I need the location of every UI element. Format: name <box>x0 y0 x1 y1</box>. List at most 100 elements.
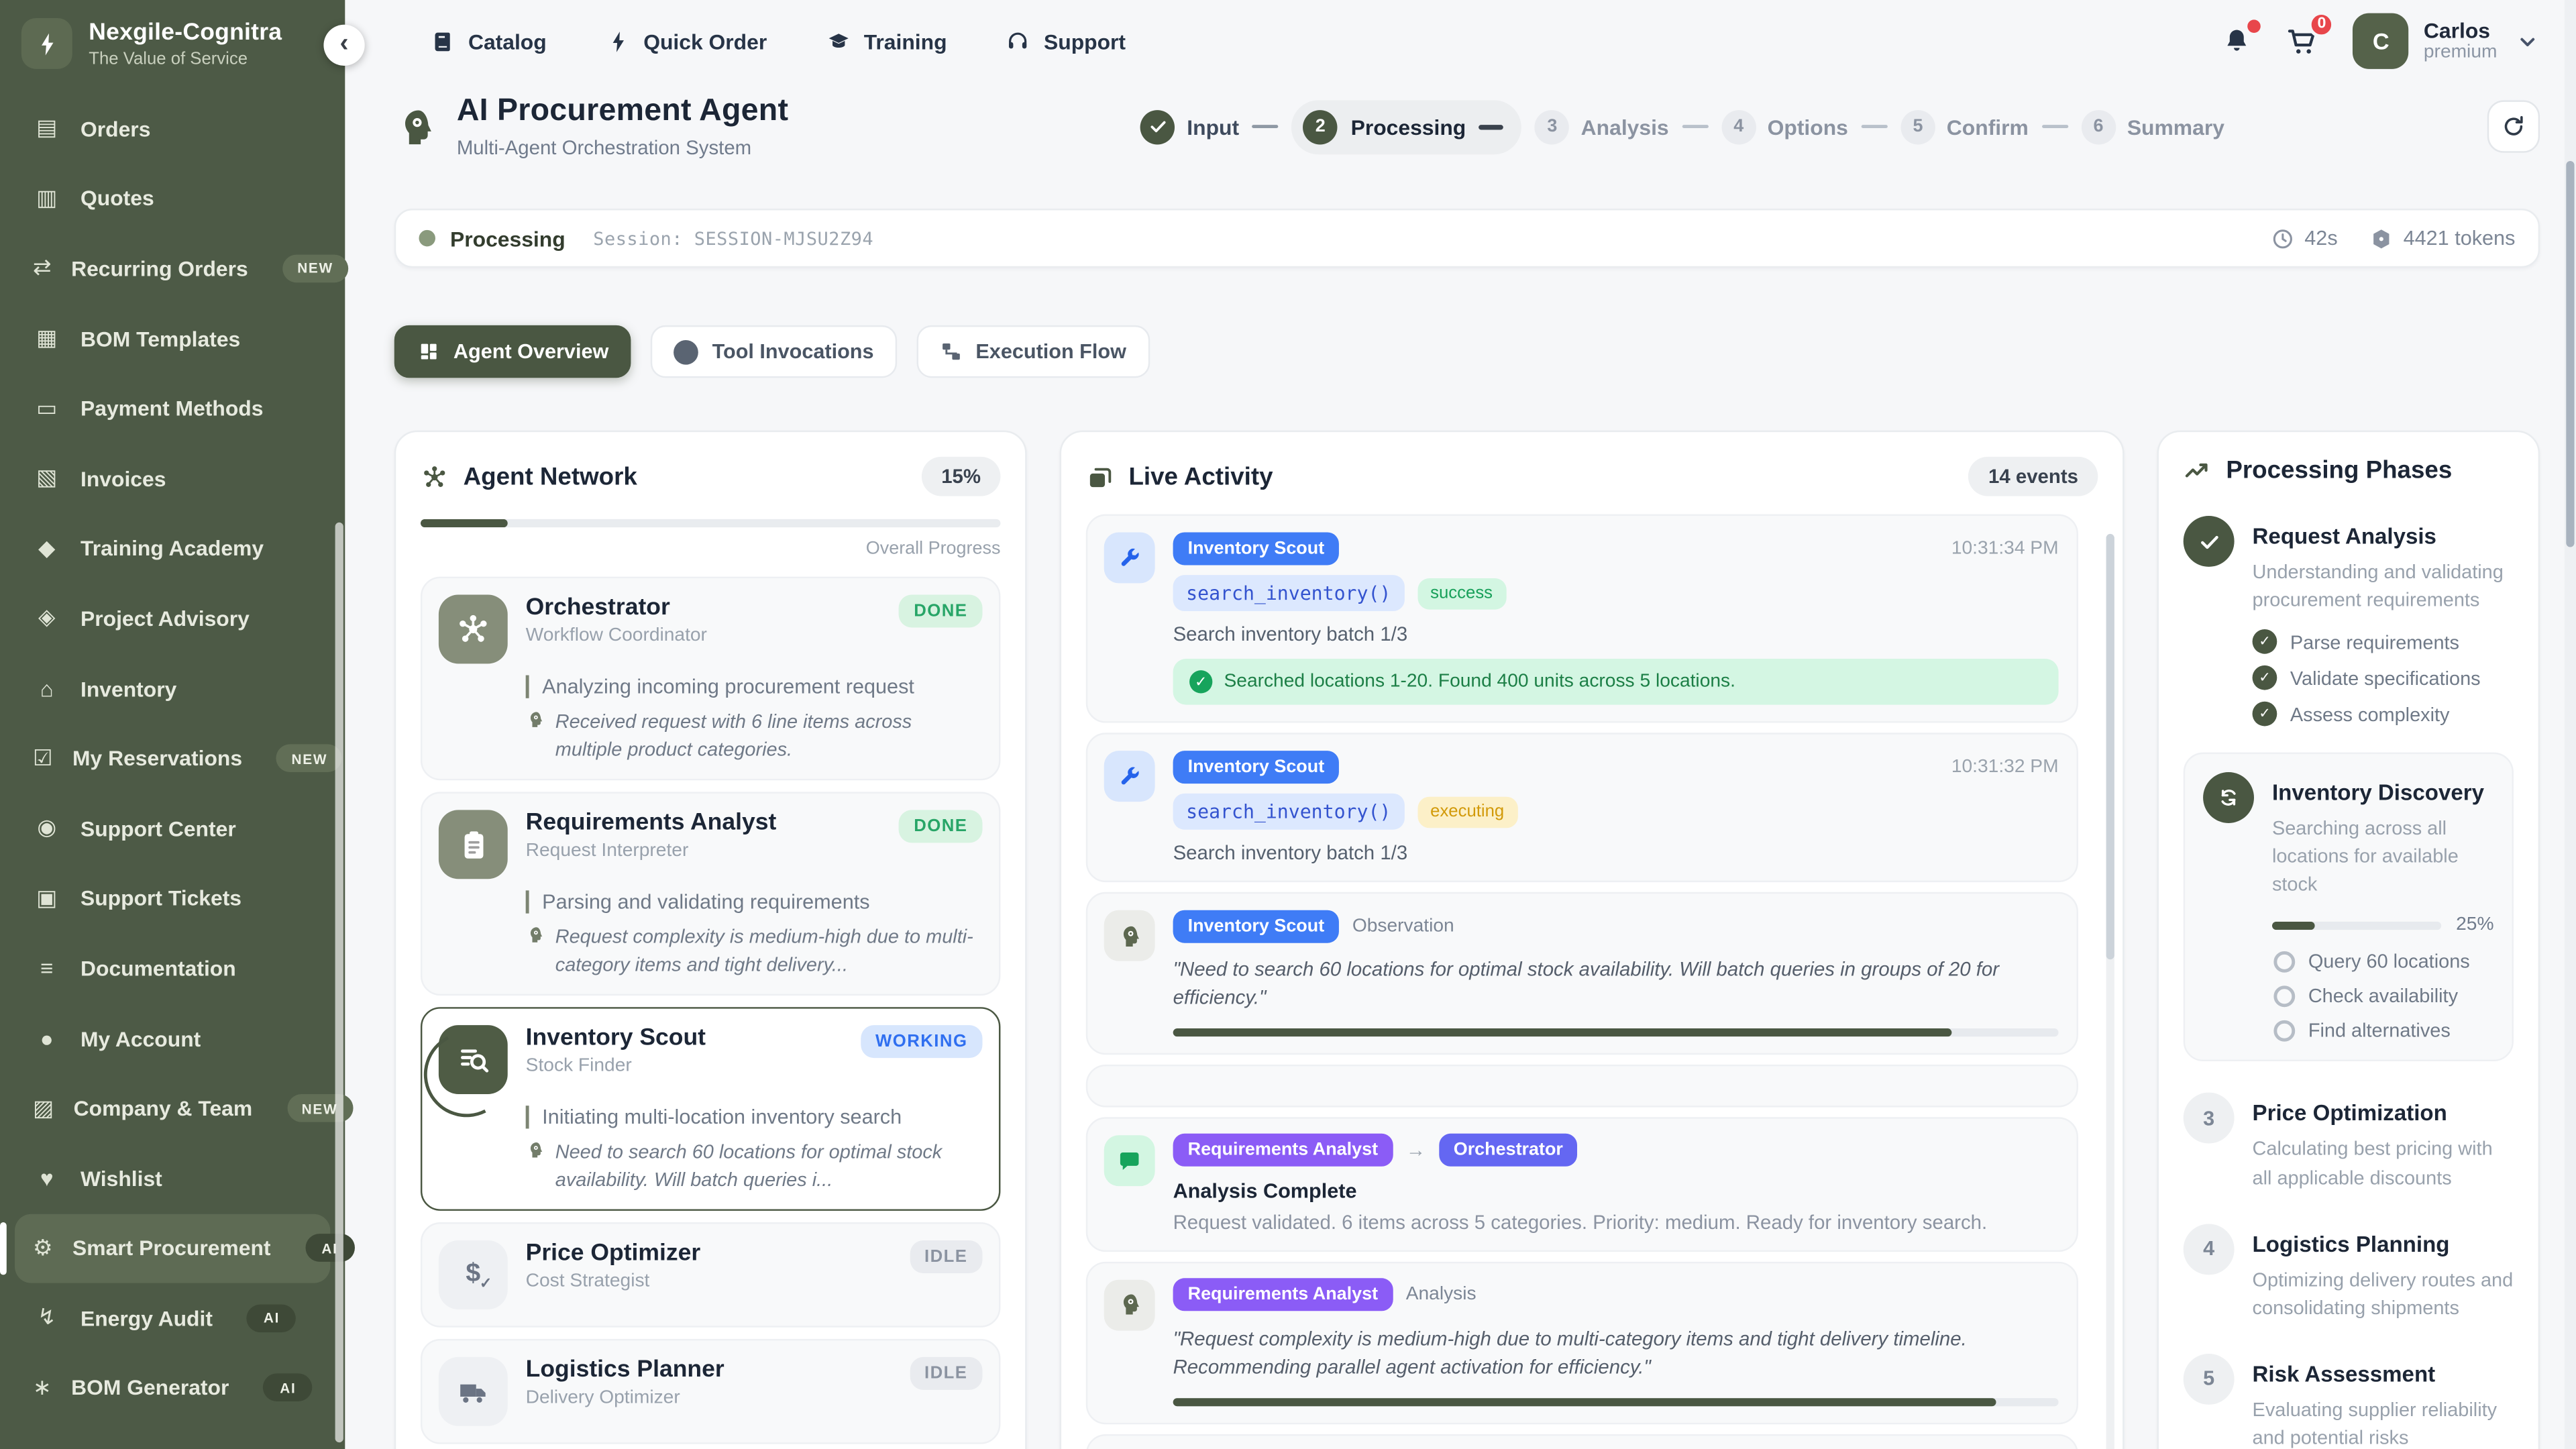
sidebar-item[interactable]: ∗ BOM Generator AI <box>15 1353 330 1423</box>
sidebar-item[interactable]: ⚙ Smart Procurement AI <box>15 1214 330 1283</box>
sidebar-item[interactable]: ↯ Energy Audit AI <box>15 1283 330 1353</box>
agent-card-price-optimizer[interactable]: $✓ Price Optimizer Cost Strategist IDLE <box>421 1222 1000 1328</box>
sidebar-item[interactable]: ▨ Company & Team NEW <box>15 1073 330 1143</box>
phase-progress-label: 25% <box>2456 916 2493 935</box>
phase-number: 5 <box>2184 1354 2235 1405</box>
step-summary[interactable]: 6 Summary <box>2081 109 2224 144</box>
session-status-bar: Processing Session: SESSION-MJSU2Z94 42s… <box>394 209 2540 268</box>
sidebar-collapse-button[interactable]: ‹ <box>323 25 364 66</box>
sidebar-item[interactable]: ⇄ Recurring Orders NEW <box>15 233 330 303</box>
event-time: 10:31:32 PM <box>1951 757 2059 776</box>
step-divider <box>1682 125 1708 129</box>
observation-quote: "Need to search 60 locations for optimal… <box>1173 956 2059 1013</box>
cart-button[interactable]: 0 <box>2286 24 2320 58</box>
avatar: C <box>2353 13 2409 69</box>
graduation-cap-icon <box>826 29 851 54</box>
phase-inventory-discovery-card: Inventory Discovery Searching across all… <box>2184 753 2514 1062</box>
step-analysis[interactable]: 3 Analysis <box>1535 109 1669 144</box>
sidebar-item-label: Inventory <box>80 676 176 701</box>
sidebar-item[interactable]: ♥ Wishlist <box>15 1143 330 1213</box>
brand-logo-icon <box>21 18 72 69</box>
sidebar-item-label: Project Advisory <box>80 606 250 631</box>
agent-card-requirements-analyst[interactable]: Requirements Analyst Request Interpreter… <box>421 792 1000 996</box>
arrow-right-icon: → <box>1406 1139 1426 1162</box>
insight-head-icon <box>526 710 545 729</box>
ai-agent-head-icon <box>394 105 439 149</box>
event-tool-call: Requirements Analyst 10:31:23 PM check_c… <box>1086 1434 2078 1449</box>
sidebar-item[interactable]: ▥ Quotes <box>15 164 330 233</box>
sidebar-item-label: My Account <box>80 1026 201 1051</box>
task-empty-circle-icon <box>2273 985 2295 1007</box>
company-team-icon: ▨ <box>33 1095 54 1122</box>
sidebar-item-label: Documentation <box>80 956 236 981</box>
event-type-label: Observation <box>1352 916 1454 935</box>
support-tickets-icon: ▣ <box>33 885 61 912</box>
notification-dot <box>2248 19 2261 32</box>
task-check-icon: ✓ <box>2253 629 2277 654</box>
task-check-icon: ✓ <box>2253 665 2277 690</box>
overall-progress-pill: 15% <box>922 457 1001 496</box>
step-input[interactable]: Input <box>1141 109 1239 144</box>
sidebar-item-label: Energy Audit <box>80 1306 213 1331</box>
sidebar-item[interactable]: ⌂ Inventory <box>15 653 330 723</box>
phase-upcoming: 5 Risk Assessment Evaluating supplier re… <box>2184 1354 2514 1449</box>
sidebar-item[interactable]: ☑ My Reservations NEW <box>15 723 330 793</box>
agent-card-orchestrator[interactable]: Orchestrator Workflow Coordinator DONE A… <box>421 577 1000 781</box>
phase-task: Query 60 locations <box>2272 951 2494 973</box>
tab-agent-overview[interactable]: Agent Overview <box>394 325 632 378</box>
tool-status-chip: success <box>1417 578 1506 609</box>
sidebar-item[interactable]: ▧ Invoices <box>15 443 330 513</box>
sidebar-item[interactable]: ◉ Support Center <box>15 794 330 863</box>
wrench-icon <box>1104 532 1155 583</box>
agent-card-inventory-scout[interactable]: Inventory Scout Stock Finder WORKING Ini… <box>421 1007 1000 1211</box>
topnav-training[interactable]: Training <box>826 29 947 54</box>
phase-sync-icon <box>2203 772 2254 823</box>
step-confirm[interactable]: 5 Confirm <box>1900 109 2029 144</box>
topnav-support[interactable]: Support <box>1006 29 1126 54</box>
sidebar-item-label: BOM Generator <box>71 1376 229 1401</box>
head-gear-icon <box>1104 910 1155 961</box>
bolt-icon <box>606 29 631 54</box>
sidebar-item[interactable]: ▤ Orders <box>15 94 330 164</box>
page-scrollbar-thumb[interactable] <box>2566 161 2574 547</box>
step-options[interactable]: 4 Options <box>1721 109 1848 144</box>
step-processing-active[interactable]: 2 Processing <box>1291 99 1521 154</box>
sidebar-item[interactable]: ≡ Documentation <box>15 933 330 1003</box>
recurring-orders-icon: ⇄ <box>33 256 52 282</box>
user-menu[interactable]: C Carlos premium <box>2353 13 2540 69</box>
sidebar-item-label: Invoices <box>80 466 166 491</box>
sidebar-item[interactable]: ◈ Project Advisory <box>15 584 330 653</box>
stepper: Input 2 Processing 3 Analysis 4 Options <box>1141 99 2224 154</box>
event-type-label: Analysis <box>1406 1285 1477 1305</box>
training-academy-icon: ◆ <box>33 535 61 561</box>
cart-count-badge: 0 <box>2308 11 2334 37</box>
token-count: 4421 tokens <box>2369 226 2515 251</box>
sidebar-item[interactable]: ▦ BOM Templates <box>15 304 330 374</box>
topnav-catalog[interactable]: Catalog <box>431 29 547 54</box>
sidebar-item[interactable]: ▭ Payment Methods <box>15 374 330 443</box>
topnav-quick-order[interactable]: Quick Order <box>606 29 767 54</box>
agent-task: Initiating multi-location inventory sear… <box>526 1106 983 1128</box>
inventory-icon: ⌂ <box>33 676 61 701</box>
page-title: AI Procurement Agent <box>457 94 788 130</box>
sidebar-item[interactable]: ● My Account <box>15 1004 330 1073</box>
activity-scrollbar-thumb[interactable] <box>2106 534 2114 960</box>
event-observation: Requirements Analyst Analysis "Request c… <box>1086 1261 2078 1424</box>
tab-execution-flow[interactable]: Execution Flow <box>916 325 1149 378</box>
truck-icon <box>439 1357 508 1426</box>
sidebar-scrollbar[interactable] <box>335 523 343 1442</box>
sidebar-item-badge: AI <box>305 1234 354 1263</box>
agent-card-logistics-planner[interactable]: Logistics Planner Delivery Optimizer IDL… <box>421 1339 1000 1444</box>
event-tool-call: Inventory Scout 10:31:34 PM search_inven… <box>1086 515 2078 723</box>
refresh-button[interactable] <box>2487 100 2540 152</box>
tool-name-chip: search_inventory() <box>1173 575 1404 611</box>
agent-chip: Inventory Scout <box>1173 750 1340 783</box>
sidebar-item[interactable]: ◆ Training Academy <box>15 513 330 583</box>
tab-tool-invocations[interactable]: Tool Invocations <box>651 325 897 378</box>
sidebar-item-label: Wishlist <box>80 1166 162 1191</box>
live-activity-panel: Live Activity 14 events Inventory Scout … <box>1060 431 2125 1449</box>
sidebar-item[interactable]: ▣ Support Tickets <box>15 863 330 933</box>
notifications-button[interactable] <box>2222 25 2253 57</box>
agent-chip: Orchestrator <box>1439 1134 1578 1167</box>
tokens-cube-icon <box>2369 226 2394 251</box>
